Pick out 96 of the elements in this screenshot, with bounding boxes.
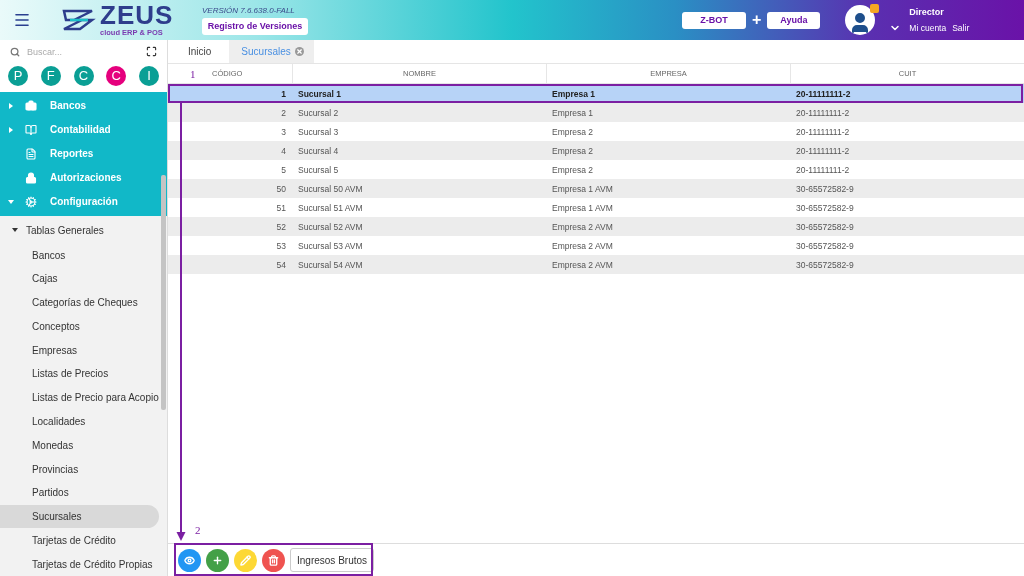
table-cell-text: 20-11111111-2 <box>795 106 851 120</box>
table-cell-text: 30-65572582-9 <box>795 258 855 272</box>
ingresos-button[interactable]: Ingresos Brutos <box>290 548 375 572</box>
lock-icon <box>25 171 37 184</box>
table-row[interactable]: 52 Sucursal 52 AVM Empresa 2 AVM 30-65572582-9 <box>168 217 1024 236</box>
help-button[interactable]: Ayuda <box>767 11 821 29</box>
table-cell-text: Empresa 1 <box>551 106 595 120</box>
trash-icon <box>268 554 279 566</box>
table-cell-text: Empresa 1 AVM <box>551 201 614 215</box>
submenu-item[interactable]: Sucursales <box>0 504 159 529</box>
submenu-item[interactable]: Listas de Precios <box>0 362 159 386</box>
lock-badge <box>870 4 880 13</box>
user-name: Director <box>909 6 945 17</box>
avatar[interactable] <box>845 5 876 35</box>
submenu-item[interactable]: Bancos <box>0 243 159 268</box>
table-cell-text: Sucursal 54 AVM <box>297 258 364 272</box>
table-cell-text: Sucursal 2 <box>297 106 340 120</box>
table-cell-text: Empresa 2 AVM <box>551 258 614 272</box>
changelog-button[interactable]: Registro de Versiones <box>202 17 308 35</box>
table-cell-text: Empresa 1 AVM <box>551 182 614 196</box>
table-cell-text: Sucursal 52 AVM <box>297 220 364 234</box>
submenu-item[interactable]: Empresas <box>0 338 159 363</box>
search-field[interactable]: Buscar... <box>0 40 167 64</box>
document-icon <box>25 147 37 160</box>
version-text: VERSIÓN 7.6.638.0-FALL <box>202 5 296 15</box>
annotation-number: 1 <box>190 68 196 80</box>
table-cell-text: 2 <box>280 106 287 120</box>
plus-sign: + <box>752 11 762 29</box>
submenu-item[interactable]: Provincias <box>0 457 159 481</box>
table-cell-text: 1 <box>280 87 287 101</box>
table-cell-text: Sucursal 1 <box>297 87 342 101</box>
table-cell-text: Empresa 2 <box>551 163 595 177</box>
table-row[interactable]: 4 Sucursal 4 Empresa 2 20-11111111-2 <box>168 141 1024 160</box>
fullscreen-icon[interactable] <box>146 46 157 58</box>
add-button[interactable] <box>206 548 229 572</box>
zbot-button[interactable]: Z-BOT <box>682 11 746 29</box>
table-cell-text: 52 <box>275 220 287 234</box>
search-icon <box>10 46 20 57</box>
submenu-item[interactable]: Partidos <box>0 480 159 505</box>
delete-button[interactable] <box>262 548 285 572</box>
table-row[interactable]: 2 Sucursal 2 Empresa 1 20-11111111-2 <box>168 103 1024 122</box>
table-cell-text: 20-11111111-2 <box>795 144 851 158</box>
table-cell-text: 4 <box>280 144 287 158</box>
table-cell-text: Sucursal 51 AVM <box>297 201 364 215</box>
table-cell-text: 30-65572582-9 <box>795 239 855 253</box>
shortcut-button[interactable]: C <box>106 65 127 86</box>
table-cell-text: 30-65572582-9 <box>795 220 855 234</box>
table-cell-text: 20-11111111-2 <box>795 125 851 139</box>
table-cell-text: Sucursal 4 <box>297 144 340 158</box>
table-cell-text: 5 <box>280 163 287 177</box>
pencil-icon <box>240 554 251 566</box>
submenu-item[interactable]: Categorías de Cheques <box>0 290 159 315</box>
submenu-item[interactable]: Conceptos <box>0 314 159 339</box>
table-cell-text: Empresa 2 <box>551 125 595 139</box>
briefcase-icon <box>25 99 37 112</box>
logo-name: ZEUS <box>100 0 174 30</box>
eye-icon <box>184 554 195 566</box>
logo-icon <box>62 8 96 32</box>
table-cell-text: 53 <box>275 239 287 253</box>
search-input[interactable]: Buscar... <box>25 45 141 58</box>
table-cell-text: Sucursal 3 <box>297 125 340 139</box>
table-cell-text: Sucursal 5 <box>297 163 340 177</box>
table-cell-text: Sucursal 50 AVM <box>297 182 364 196</box>
submenu-item[interactable]: Monedas <box>0 433 159 458</box>
submenu-item[interactable]: Localidades <box>0 409 159 434</box>
scrollbar-thumb[interactable] <box>161 175 166 410</box>
table-cell-text: Empresa 2 <box>551 144 595 158</box>
table-cell-text: Sucursal 53 AVM <box>297 239 364 253</box>
table-cell-text: 20-11111111-2 <box>795 87 852 101</box>
table-cell-text: 3 <box>280 125 287 139</box>
book-icon <box>25 123 37 136</box>
submenu-item[interactable]: Tarjetas de Crédito Propias <box>0 552 159 576</box>
view-button[interactable] <box>178 548 201 572</box>
table-cell-text: 51 <box>275 201 287 215</box>
table-cell-text: 30-65572582-9 <box>795 201 855 215</box>
account-link[interactable]: Mi cuenta <box>909 22 947 33</box>
plus-icon <box>212 554 223 566</box>
menu-group[interactable]: Tablas Generales <box>26 224 104 236</box>
submenu-item[interactable]: Tarjetas de Crédito <box>0 528 159 553</box>
tab[interactable]: Inicio <box>176 40 222 63</box>
table-row[interactable]: 50 Sucursal 50 AVM Empresa 1 AVM 30-65572582-9 <box>168 179 1024 198</box>
table-cell-text: 30-65572582-9 <box>795 182 855 196</box>
account-link[interactable]: Salir <box>952 22 970 33</box>
table-cell-text: Empresa 2 AVM <box>551 239 614 253</box>
table-cell-text: Empresa 2 AVM <box>551 220 614 234</box>
table-cell-text: Empresa 1 <box>551 87 596 101</box>
close-icon[interactable] <box>294 47 304 56</box>
table-row[interactable]: 54 Sucursal 54 AVM Empresa 2 AVM 30-65572582-9 <box>168 255 1024 274</box>
table-cell-text: 54 <box>275 258 287 272</box>
submenu-item[interactable]: Listas de Precio para Acopio <box>0 385 159 410</box>
gear-icon <box>25 195 37 208</box>
caret-icon[interactable] <box>12 227 18 234</box>
table-cell-text: 20-11111111-2 <box>795 163 851 177</box>
submenu-item[interactable]: Cajas <box>0 267 159 291</box>
table-cell-text: 50 <box>275 182 287 196</box>
annotation-number: 2 <box>195 524 201 536</box>
